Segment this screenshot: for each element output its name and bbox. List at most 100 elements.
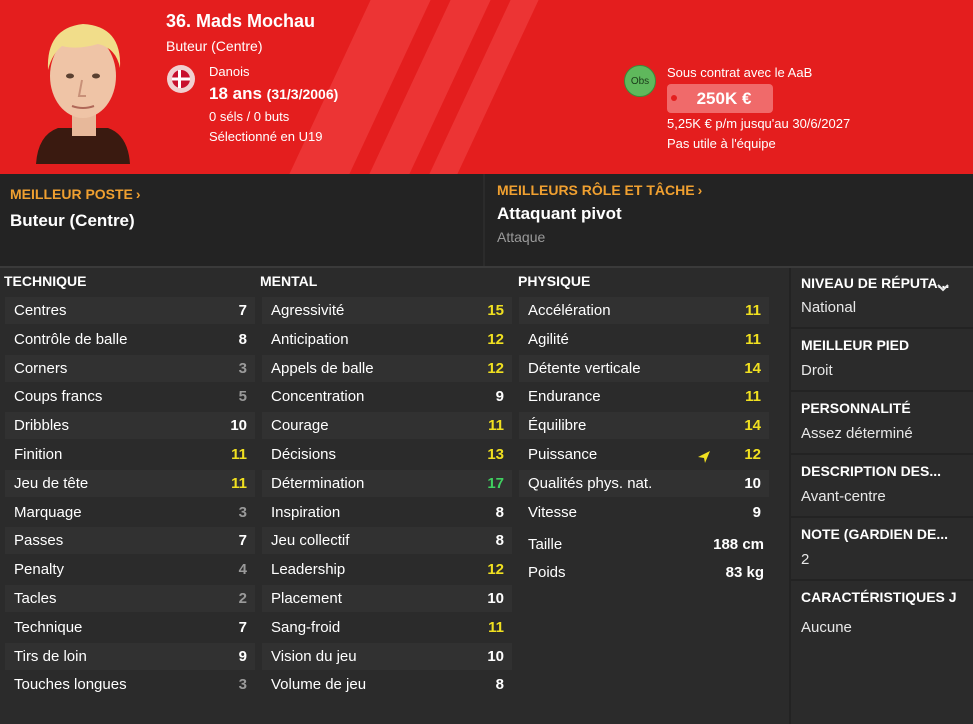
physique-attribute-row[interactable]: Accélération 11: [519, 297, 769, 324]
mental-attribute-row[interactable]: Agressivité 15: [262, 297, 512, 324]
physique-attribute-row[interactable]: Détente verticale 14: [519, 354, 769, 382]
description-value: Avant-centre: [801, 488, 886, 505]
attribute-value: 11: [488, 618, 504, 636]
technique-attribute-row[interactable]: Centres 7: [5, 297, 255, 324]
physique-attribute-row[interactable]: Vitesse 9: [519, 499, 769, 526]
attribute-label: Finition: [14, 446, 63, 463]
technique-attribute-row[interactable]: Penalty 4: [5, 556, 255, 583]
mental-attribute-row[interactable]: Inspiration 8: [262, 499, 512, 526]
attribute-label: Jeu collectif: [271, 532, 350, 550]
physique-attribute-row[interactable]: Qualités phys. nat. 10: [519, 469, 769, 497]
technique-attribute-row[interactable]: Tirs de loin 9: [5, 642, 255, 670]
attribute-label: Endurance: [528, 388, 601, 406]
attribute-value: 11: [488, 417, 504, 435]
best-role-panel[interactable]: MEILLEURS RÔLE ET TÂCHE › Attaquant pivot…: [485, 174, 973, 267]
attribute-label: Vitesse: [528, 503, 577, 521]
chevron-down-icon[interactable]: [937, 284, 949, 292]
physique-attribute-row[interactable]: Endurance 11: [519, 383, 769, 410]
physique-attribute-row[interactable]: Agilité 11: [519, 326, 769, 353]
attribute-value: 7: [238, 302, 247, 319]
reputation-value: National: [801, 299, 857, 316]
technique-attribute-row[interactable]: Contrôle de balle 8: [5, 326, 255, 353]
attribute-label: Accélération: [528, 302, 611, 319]
nation-flag-icon[interactable]: [167, 65, 195, 93]
attribute-label: Anticipation: [271, 330, 349, 348]
physique-attribute-row[interactable]: Puissance 12: [519, 441, 769, 468]
technique-attribute-row[interactable]: Technique 7: [5, 614, 255, 641]
attribute-value: 9: [752, 503, 761, 521]
mental-attribute-row[interactable]: Courage 11: [262, 412, 512, 440]
attribute-value: 8: [495, 532, 504, 550]
technique-attribute-row[interactable]: Dribbles 10: [5, 412, 255, 440]
mental-attribute-row[interactable]: Jeu collectif 8: [262, 527, 512, 555]
mental-attribute-row[interactable]: Vision du jeu 10: [262, 642, 512, 670]
player-name: 36. Mads Mochau: [166, 11, 316, 31]
technique-attribute-row[interactable]: Coups francs 5: [5, 383, 255, 410]
player-age: 18 ans (31/3/2006): [209, 84, 339, 103]
attribute-value: 10: [487, 590, 504, 607]
technique-attribute-row[interactable]: Finition 11: [5, 441, 255, 468]
attribute-label: Jeu de tête: [14, 474, 89, 492]
mental-attribute-row[interactable]: Volume de jeu 8: [262, 671, 512, 698]
attribute-value: 7: [238, 532, 247, 550]
attribute-label: Technique: [14, 618, 83, 636]
technique-attribute-row[interactable]: Touches longues 3: [5, 671, 255, 698]
transfer-value-tag[interactable]: 250K €: [667, 84, 773, 113]
technique-attribute-row[interactable]: Passes 7: [5, 527, 255, 555]
best-position-value: Buteur (Centre): [10, 211, 135, 230]
personality-title: PERSONNALITÉ: [801, 400, 911, 416]
best-position-panel[interactable]: MEILLEUR POSTE › Buteur (Centre): [0, 174, 483, 267]
technique-attribute-row[interactable]: Jeu de tête 11: [5, 469, 255, 497]
mental-attribute-row[interactable]: Sang-froid 11: [262, 614, 512, 641]
attribute-label: Tirs de loin: [14, 647, 87, 665]
mental-attribute-row[interactable]: Détermination 17: [262, 469, 512, 497]
info-divider: [791, 327, 973, 329]
attribute-label: Corners: [14, 359, 68, 377]
best-role-value: Attaquant pivot: [497, 204, 622, 223]
weight-row: Poids 83 kg: [519, 559, 772, 586]
technique-attribute-row[interactable]: Corners 3: [5, 354, 255, 382]
preferred-foot-title: MEILLEUR PIED: [801, 337, 910, 353]
attribute-label: Marquage: [14, 503, 82, 521]
info-sidebar: NIVEAU DE RÉPUTA... National MEILLEUR PI…: [789, 268, 973, 724]
contract-club[interactable]: Sous contrat avec le AaB: [667, 65, 812, 80]
attribute-value: 12: [487, 330, 504, 348]
weight-value: 83 kg: [725, 564, 764, 581]
technique-attribute-row[interactable]: Marquage 3: [5, 499, 255, 526]
attribute-label: Qualités phys. nat.: [528, 474, 653, 492]
attribute-value: 14: [744, 417, 761, 435]
info-divider: [791, 453, 973, 455]
best-role-title[interactable]: MEILLEURS RÔLE ET TÂCHE ›: [497, 182, 702, 198]
info-divider: [791, 390, 973, 392]
mental-attribute-row[interactable]: Décisions 13: [262, 441, 512, 468]
player-header: 36. Mads Mochau Buteur (Centre) Danois 1…: [0, 0, 973, 174]
attribute-label: Vision du jeu: [271, 647, 357, 665]
attribute-value: 12: [487, 359, 504, 377]
attribute-value: 3: [238, 676, 247, 694]
attribute-value: 11: [745, 302, 761, 319]
chevron-right-icon: ›: [697, 182, 703, 198]
attribute-value: 11: [231, 446, 247, 463]
info-divider: [791, 516, 973, 518]
physique-title: PHYSIQUE: [518, 273, 591, 289]
obs-badge[interactable]: Obs: [624, 65, 656, 97]
technique-title: TECHNIQUE: [4, 273, 87, 289]
attribute-value: 8: [238, 330, 247, 348]
wage-info: 5,25K € p/m jusqu'au 30/6/2027: [667, 116, 851, 131]
physique-attribute-row[interactable]: Équilibre 14: [519, 412, 769, 440]
technique-attribute-row[interactable]: Tacles 2: [5, 585, 255, 612]
attribute-label: Passes: [14, 532, 64, 550]
best-position-title[interactable]: MEILLEUR POSTE ›: [10, 186, 141, 202]
mental-attribute-row[interactable]: Concentration 9: [262, 383, 512, 410]
attribute-label: Dribbles: [14, 417, 70, 435]
height-row: Taille 188 cm: [519, 531, 772, 558]
attribute-value: 11: [745, 388, 761, 406]
attribute-label: Leadership: [271, 561, 346, 579]
mental-attribute-row[interactable]: Leadership 12: [262, 556, 512, 583]
mental-attribute-row[interactable]: Appels de balle 12: [262, 354, 512, 382]
attribute-label: Coups francs: [14, 388, 103, 406]
nationality[interactable]: Danois: [209, 64, 249, 79]
mental-attribute-row[interactable]: Anticipation 12: [262, 326, 512, 353]
height-label: Taille: [528, 536, 563, 553]
mental-attribute-row[interactable]: Placement 10: [262, 585, 512, 612]
